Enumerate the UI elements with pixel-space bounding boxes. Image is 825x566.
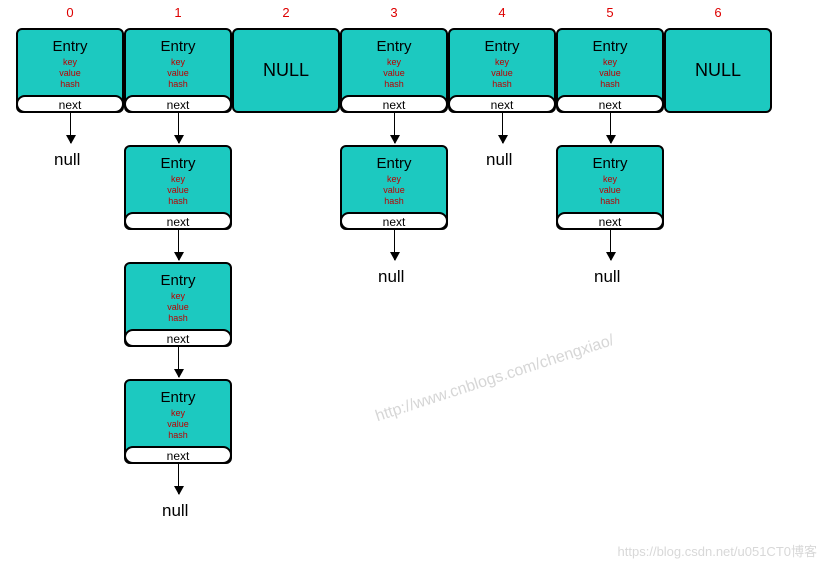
entry-label: Entry	[126, 272, 230, 289]
entry-fields: keyvaluehash	[126, 174, 230, 207]
bucket-index-5: 5	[598, 5, 622, 20]
entry-fields: keyvaluehash	[342, 57, 446, 90]
bucket-5-node-1: Entry keyvaluehash next	[556, 145, 664, 230]
hashmap-diagram: { "entry_label":"Entry", "fields":{"key"…	[0, 0, 825, 566]
entry-fields: keyvaluehash	[18, 57, 122, 90]
entry-label: Entry	[18, 38, 122, 55]
entry-label: Entry	[126, 155, 230, 172]
bucket-index-4: 4	[490, 5, 514, 20]
bucket-1-entry: Entry keyvaluehash next	[124, 28, 232, 113]
arrow-icon	[610, 230, 611, 260]
next-pointer: next	[124, 212, 232, 230]
watermark-diagonal: http://www.cnblogs.com/chengxiao/	[373, 332, 616, 426]
entry-label: Entry	[342, 38, 446, 55]
arrow-icon	[610, 113, 611, 143]
bucket-6-null: NULL	[664, 28, 772, 113]
entry-fields: keyvaluehash	[558, 174, 662, 207]
arrow-icon	[394, 230, 395, 260]
next-pointer: next	[556, 95, 664, 113]
null-terminator: null	[378, 267, 404, 287]
bucket-3-entry: Entry keyvaluehash next	[340, 28, 448, 113]
bucket-2-null: NULL	[232, 28, 340, 113]
arrow-icon	[502, 113, 503, 143]
bucket-1-node-3: Entry keyvaluehash next	[124, 379, 232, 464]
arrow-icon	[178, 113, 179, 143]
watermark-bottom: https://blog.csdn.net/u051CT0博客	[618, 541, 817, 560]
next-pointer: next	[16, 95, 124, 113]
entry-label: Entry	[126, 389, 230, 406]
null-terminator: null	[54, 150, 80, 170]
entry-fields: keyvaluehash	[558, 57, 662, 90]
bucket-5-entry: Entry keyvaluehash next	[556, 28, 664, 113]
next-pointer: next	[556, 212, 664, 230]
entry-fields: keyvaluehash	[342, 174, 446, 207]
arrow-icon	[394, 113, 395, 143]
bucket-index-6: 6	[706, 5, 730, 20]
entry-fields: keyvaluehash	[126, 57, 230, 90]
bucket-index-1: 1	[166, 5, 190, 20]
null-terminator: null	[486, 150, 512, 170]
null-terminator: null	[162, 501, 188, 521]
bucket-4-entry: Entry keyvaluehash next	[448, 28, 556, 113]
entry-label: Entry	[126, 38, 230, 55]
entry-fields: keyvaluehash	[126, 291, 230, 324]
null-terminator: null	[594, 267, 620, 287]
bucket-index-3: 3	[382, 5, 406, 20]
bucket-index-0: 0	[58, 5, 82, 20]
bucket-1-node-1: Entry keyvaluehash next	[124, 145, 232, 230]
next-pointer: next	[124, 329, 232, 347]
bucket-1-node-2: Entry keyvaluehash next	[124, 262, 232, 347]
arrow-icon	[178, 464, 179, 494]
next-pointer: next	[448, 95, 556, 113]
bucket-index-2: 2	[274, 5, 298, 20]
entry-label: Entry	[450, 38, 554, 55]
entry-label: Entry	[558, 38, 662, 55]
arrow-icon	[178, 347, 179, 377]
entry-fields: keyvaluehash	[450, 57, 554, 90]
next-pointer: next	[340, 95, 448, 113]
entry-label: Entry	[558, 155, 662, 172]
entry-label: Entry	[342, 155, 446, 172]
bucket-0-entry: Entry keyvaluehash next	[16, 28, 124, 113]
next-pointer: next	[124, 95, 232, 113]
arrow-icon	[178, 230, 179, 260]
arrow-icon	[70, 113, 71, 143]
next-pointer: next	[124, 446, 232, 464]
bucket-3-node-1: Entry keyvaluehash next	[340, 145, 448, 230]
entry-fields: keyvaluehash	[126, 408, 230, 441]
next-pointer: next	[340, 212, 448, 230]
